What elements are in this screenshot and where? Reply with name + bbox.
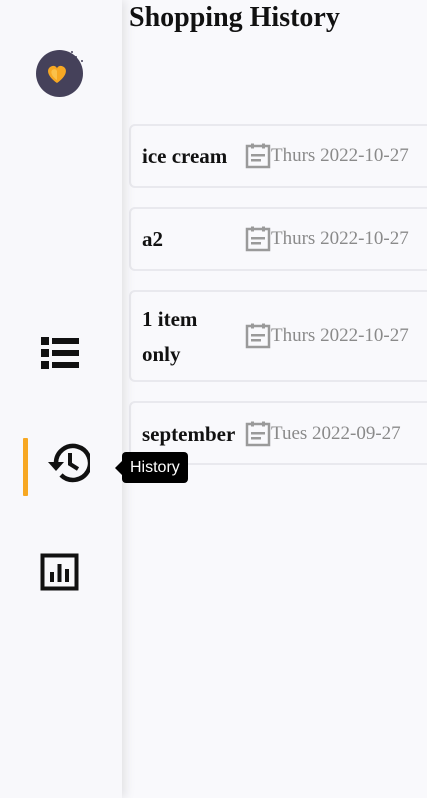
list-item-date: Thurs 2022-10-27 [245,226,409,252]
chart-icon [40,553,79,591]
history-icon [48,443,90,483]
main-content: Shopping History ice cream Thurs 2022-10… [122,0,427,798]
sidebar-item-list[interactable] [0,323,122,383]
list-item-date: Thurs 2022-10-27 [245,143,409,169]
sidebar-item-statistics[interactable] [0,542,122,602]
calendar-icon [245,421,271,447]
sidebar-item-history[interactable] [0,437,122,497]
list-item-name: ice cream [142,144,228,168]
list-item[interactable]: ice cream Thurs 2022-10-27 [129,124,427,188]
sidebar [0,0,122,798]
page-title: Shopping History [129,2,340,33]
list-item[interactable]: 1 item only Thurs 2022-10-27 [129,290,427,382]
list-item-name: a2 [142,227,163,251]
list-item-date: Tues 2022-09-27 [245,421,401,447]
history-tooltip: History [115,452,188,483]
list-item-date: Thurs 2022-10-27 [245,323,409,349]
app-logo-icon[interactable] [36,50,83,97]
list-item-name: september [142,422,236,446]
calendar-icon [245,226,271,252]
list-item-name: 1 item only [142,307,198,366]
calendar-icon [245,143,271,169]
calendar-icon [245,323,271,349]
list-item[interactable]: a2 Thurs 2022-10-27 [129,207,427,271]
list-icon [41,337,79,369]
